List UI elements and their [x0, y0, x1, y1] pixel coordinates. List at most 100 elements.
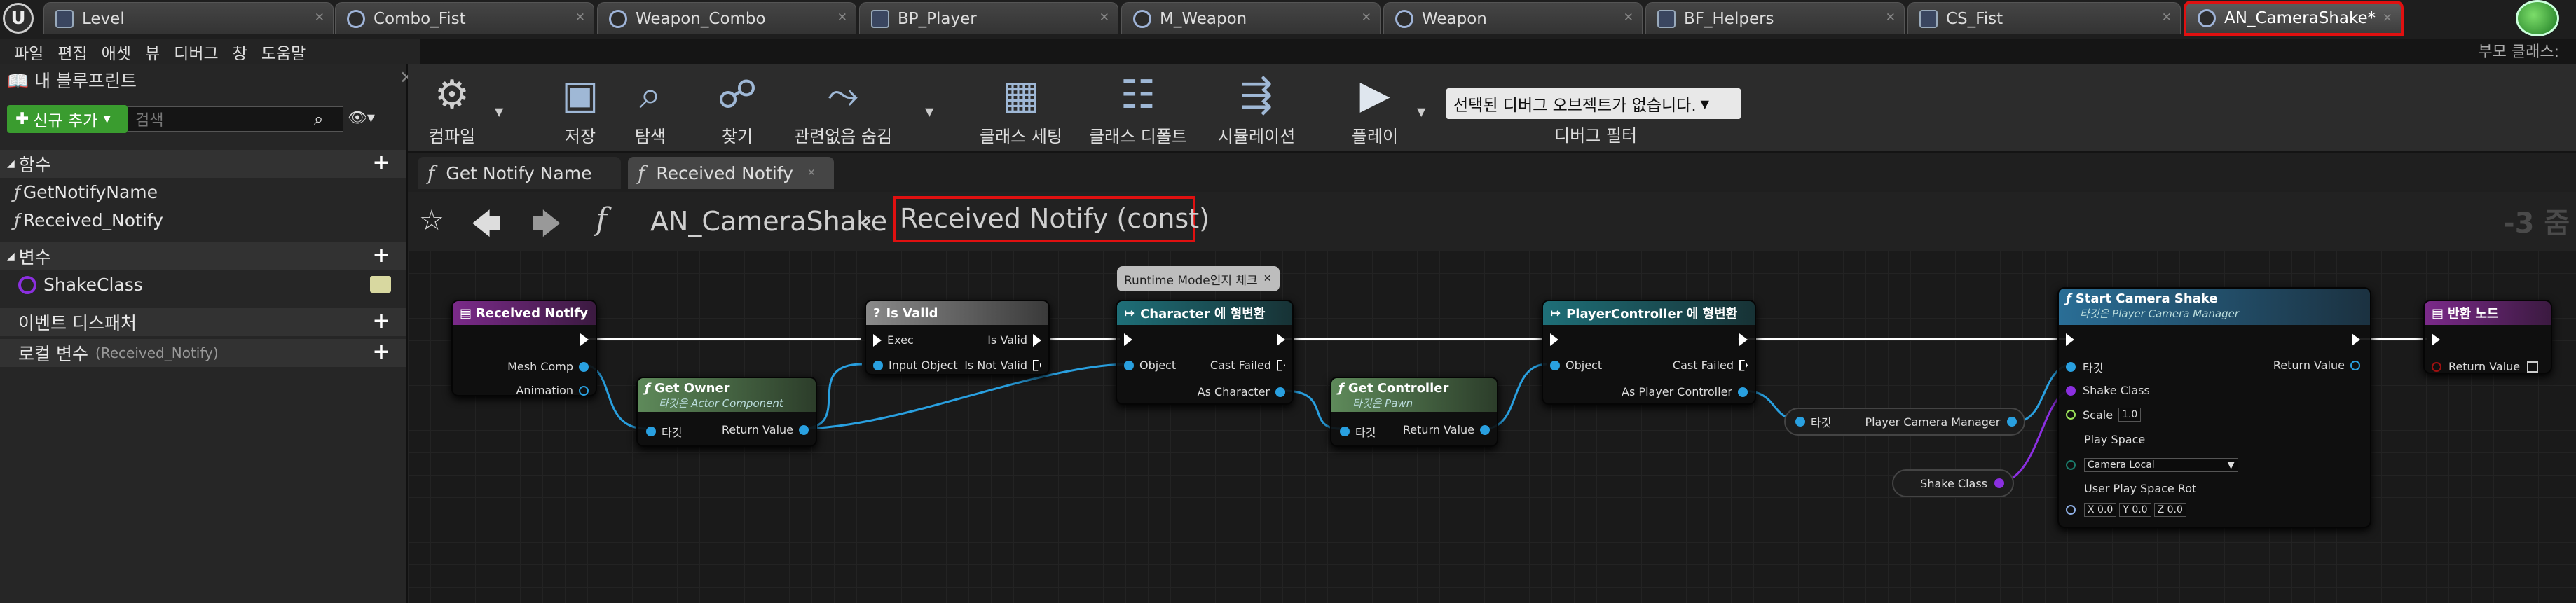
add-dispatcher-button[interactable]: +: [371, 311, 391, 332]
checkbox[interactable]: [2527, 361, 2539, 373]
shake-class-variable-node[interactable]: Shake Class: [1892, 469, 2014, 497]
received-notify-node[interactable]: ▤ Received Notify Mesh Comp Animation: [451, 300, 597, 397]
menu-window[interactable]: 창: [233, 40, 247, 64]
exec-out-pin[interactable]: [1277, 333, 1285, 346]
search-input[interactable]: 검색: [128, 106, 343, 132]
exec-in-pin[interactable]: [1550, 333, 1558, 346]
forward-arrow-icon[interactable]: 🡆: [531, 203, 561, 253]
exec-in-pin[interactable]: [1124, 333, 1132, 346]
class-settings-button[interactable]: ▦ 클래스 세팅: [968, 64, 1074, 153]
tab-level[interactable]: Level ✕: [43, 2, 334, 34]
object-pin[interactable]: Object: [1124, 359, 1176, 372]
tab-received-notify[interactable]: f Received Notify ✕: [628, 157, 834, 189]
menu-file[interactable]: 파일: [14, 40, 43, 64]
target-pin[interactable]: 타깃: [1340, 423, 1376, 440]
is-valid-node[interactable]: ? Is Valid Exec Is Valid Input Object Is …: [865, 300, 1050, 375]
variable-item[interactable]: ShakeClass: [18, 275, 143, 295]
class-defaults-button[interactable]: ☷ 클래스 디폴트: [1081, 64, 1195, 153]
simulation-button[interactable]: ⇶ 시뮬레이션: [1204, 64, 1309, 153]
exec-in-pin[interactable]: Exec: [873, 333, 914, 347]
exec-out-pin[interactable]: [1739, 333, 1748, 346]
visibility-eye-icon[interactable]: [370, 276, 391, 293]
tab-cs-fist[interactable]: CS_Fist ✕: [1907, 2, 2181, 34]
tab-weapon-combo[interactable]: Weapon_Combo ✕: [597, 2, 856, 34]
return-value-pin[interactable]: Return Value: [2432, 360, 2539, 373]
add-local-variable-button[interactable]: +: [371, 342, 391, 363]
close-icon[interactable]: ✕: [1362, 11, 1371, 25]
event-dispatchers-section[interactable]: 이벤트 디스패처 +: [0, 308, 406, 336]
variables-section[interactable]: ◢ 변수 +: [0, 242, 406, 270]
comment-bubble[interactable]: Runtime Mode인지 체크 ✕: [1117, 266, 1280, 291]
as-character-pin[interactable]: As Character: [1198, 385, 1285, 398]
add-function-button[interactable]: +: [371, 153, 391, 174]
cast-failed-pin[interactable]: Cast Failed: [1210, 359, 1285, 372]
return-value-pin[interactable]: Return Value: [2273, 359, 2360, 372]
rot-y-field[interactable]: Y 0.0: [2119, 503, 2151, 517]
hide-unrelated-button[interactable]: ⤳ 관련없음 숨김: [776, 64, 910, 153]
close-icon[interactable]: ✕: [807, 167, 816, 179]
rot-x-field[interactable]: X 0.0: [2084, 503, 2117, 517]
close-icon[interactable]: ✕: [1886, 11, 1896, 25]
rot-z-field[interactable]: Z 0.0: [2153, 503, 2186, 517]
cast-failed-pin[interactable]: Cast Failed: [1673, 359, 1748, 372]
as-player-controller-pin[interactable]: As Player Controller: [1622, 385, 1748, 398]
tab-m-weapon[interactable]: M_Weapon ✕: [1121, 2, 1381, 34]
menu-view[interactable]: 뷰: [145, 40, 160, 64]
tab-combo-fist[interactable]: Combo_Fist ✕: [335, 2, 594, 34]
view-options-icon[interactable]: 👁▾: [348, 109, 375, 127]
is-valid-pin[interactable]: Is Valid: [987, 333, 1041, 347]
target-pin[interactable]: 타깃: [2066, 359, 2103, 375]
return-value-pin[interactable]: Return Value: [722, 423, 809, 436]
chevron-down-icon[interactable]: ▼: [925, 105, 933, 118]
function-item[interactable]: ƒ GetNotifyName: [14, 182, 158, 202]
close-icon[interactable]: ✕: [1263, 273, 1272, 284]
play-space-select[interactable]: Camera Local ▼: [2084, 458, 2238, 472]
favorite-star-icon[interactable]: ☆: [419, 205, 444, 237]
close-icon[interactable]: ✕: [837, 11, 847, 25]
return-value-pin[interactable]: Return Value: [1403, 423, 1490, 436]
cast-to-playercontroller-node[interactable]: ↦ PlayerController 에 형변환 Object Cast Fail…: [1542, 300, 1756, 405]
player-camera-manager-node[interactable]: 타깃 Player Camera Manager: [1784, 408, 2025, 436]
target-pin[interactable]: 타깃: [646, 423, 682, 440]
chevron-down-icon[interactable]: ▼: [1417, 105, 1425, 118]
browse-button[interactable]: ⌕ 탐색: [615, 64, 685, 153]
tab-an-camerashake[interactable]: AN_CameraShake* ✕: [2184, 1, 2404, 36]
play-space-pin[interactable]: Camera Local ▼: [2066, 458, 2238, 472]
scale-pin[interactable]: Scale 1.0: [2066, 408, 2142, 422]
close-icon[interactable]: ✕: [575, 11, 585, 25]
add-variable-button[interactable]: +: [371, 245, 391, 266]
function-item[interactable]: ƒ Received_Notify: [14, 210, 163, 230]
menu-asset[interactable]: 애셋: [102, 40, 131, 64]
tab-bf-helpers[interactable]: BF_Helpers ✕: [1645, 2, 1905, 34]
tab-weapon[interactable]: Weapon ✕: [1383, 2, 1643, 34]
functions-section[interactable]: ◢ 함수 +: [0, 150, 406, 178]
debug-object-select[interactable]: 선택된 디버그 오브젝트가 없습니다. ▼: [1446, 88, 1741, 119]
close-icon[interactable]: ✕: [2162, 11, 2172, 25]
source-control-icon[interactable]: [2516, 0, 2559, 36]
return-node[interactable]: ▤ 반환 노드 Return Value: [2423, 300, 2552, 374]
menu-debug[interactable]: 디버그: [174, 40, 218, 64]
start-camera-shake-node[interactable]: ƒ Start Camera Shake 타깃은 Player Camera Man…: [2057, 287, 2371, 528]
save-button[interactable]: ▣ 저장: [545, 64, 615, 153]
close-icon[interactable]: ✕: [1099, 11, 1109, 25]
scale-field[interactable]: 1.0: [2118, 408, 2142, 422]
input-object-pin[interactable]: Input Object: [873, 359, 958, 372]
shake-class-pin[interactable]: Shake Class: [2066, 384, 2150, 397]
get-controller-node[interactable]: ƒ Get Controller 타깃은 Pawn 타깃 Return Value: [1330, 377, 1498, 447]
rot-pin[interactable]: X 0.0 Y 0.0 Z 0.0: [2066, 503, 2186, 517]
chevron-down-icon[interactable]: ▼: [495, 105, 503, 118]
breadcrumb-class[interactable]: AN_CameraShake: [650, 206, 887, 237]
local-variables-section[interactable]: 로컬 변수 (Received_Notify) +: [0, 339, 406, 367]
find-button[interactable]: ☍ 찾기: [702, 64, 772, 153]
exec-in-pin[interactable]: [2066, 333, 2074, 346]
object-pin[interactable]: Object: [1550, 359, 1602, 372]
menu-help[interactable]: 도움말: [261, 40, 306, 64]
tab-bp-player[interactable]: BP_Player ✕: [859, 2, 1118, 34]
exec-in-pin[interactable]: [2432, 333, 2440, 346]
mesh-comp-pin[interactable]: Mesh Comp: [507, 360, 589, 373]
compile-button[interactable]: ⚙ 컴파일: [413, 64, 491, 153]
animation-pin[interactable]: Animation: [516, 384, 589, 397]
exec-out-pin[interactable]: [580, 333, 589, 346]
tab-get-notify-name[interactable]: f Get Notify Name: [418, 157, 621, 189]
close-icon[interactable]: ✕: [315, 11, 324, 25]
